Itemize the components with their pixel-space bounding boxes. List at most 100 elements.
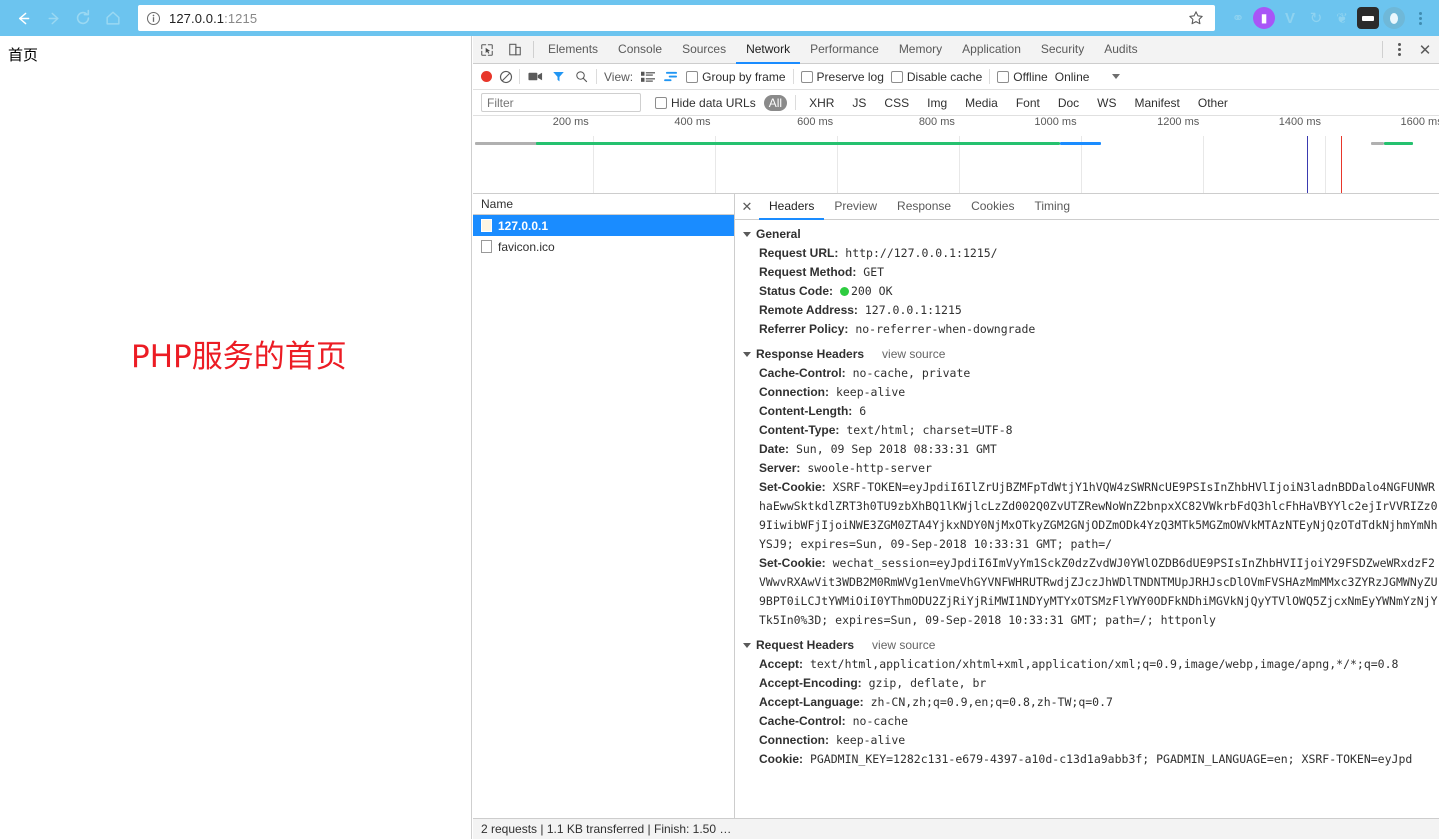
throttling-value[interactable]: Online	[1055, 70, 1090, 84]
request-name: favicon.ico	[498, 239, 555, 254]
tab-elements[interactable]: Elements	[538, 36, 608, 64]
table-row[interactable]: favicon.ico	[473, 236, 734, 257]
search-icon[interactable]	[573, 70, 589, 84]
checkbox-box[interactable]	[800, 70, 813, 83]
section-general[interactable]: General	[735, 224, 1439, 244]
close-devtools-icon[interactable]: ✕	[1411, 36, 1439, 63]
network-overview-timeline[interactable]: 200 ms 400 ms 600 ms 800 ms 1000 ms 1200…	[473, 116, 1439, 194]
tab-application[interactable]: Application	[952, 36, 1031, 64]
request-column-header[interactable]: Name	[473, 194, 734, 215]
leaf-extension-icon[interactable]: ❦	[1331, 7, 1353, 29]
filter-type-js[interactable]: JS	[847, 95, 871, 111]
three-dot-menu-icon[interactable]	[1409, 6, 1431, 30]
tab-preview[interactable]: Preview	[824, 194, 887, 220]
star-icon[interactable]	[1185, 7, 1207, 29]
back-arrow-icon[interactable]	[8, 3, 38, 33]
filter-type-ws[interactable]: WS	[1092, 95, 1121, 111]
page-viewport: 首页 PHP服务的首页	[0, 36, 472, 839]
header-name: Request Method:	[759, 265, 857, 279]
home-icon[interactable]	[98, 3, 128, 33]
table-row[interactable]: 127.0.0.1	[473, 215, 734, 236]
chevron-down-icon[interactable]	[1112, 74, 1121, 79]
preserve-log-checkbox[interactable]: Preserve log	[800, 70, 884, 84]
filter-type-img[interactable]: Img	[922, 95, 952, 111]
filter-type-xhr[interactable]: XHR	[804, 95, 839, 111]
tab-sources[interactable]: Sources	[672, 36, 736, 64]
header-value: swoole-http-server	[807, 461, 932, 475]
forward-arrow-icon[interactable]	[38, 3, 68, 33]
header-value: no-referrer-when-downgrade	[855, 322, 1036, 336]
filter-type-all[interactable]: All	[763, 94, 788, 111]
tab-memory[interactable]: Memory	[889, 36, 952, 64]
tab-audits[interactable]: Audits	[1094, 36, 1147, 64]
tab-timing[interactable]: Timing	[1024, 194, 1080, 220]
tab-security[interactable]: Security	[1031, 36, 1094, 64]
overview-request-bar	[535, 142, 1061, 145]
view-source-link[interactable]: view source	[882, 344, 945, 364]
filter-input[interactable]	[481, 93, 641, 112]
toggle-device-toolbar-icon[interactable]	[501, 36, 529, 63]
section-response-headers[interactable]: Response Headers view source	[735, 344, 1439, 364]
v-extension-icon[interactable]: V	[1279, 7, 1301, 29]
overview-request-bar	[1060, 142, 1101, 145]
checkbox-box[interactable]	[655, 96, 667, 109]
section-request-headers[interactable]: Request Headers view source	[735, 635, 1439, 655]
offline-checkbox[interactable]: Offline	[997, 70, 1048, 84]
header-value: keep-alive	[835, 385, 906, 399]
extensions-area: ⚭ ▮ V ↻ ❦	[1221, 7, 1405, 29]
request-name: 127.0.0.1	[498, 218, 549, 233]
header-row: Remote Address: 127.0.0.1:1215	[735, 301, 1439, 320]
purple-badge-extension-icon[interactable]: ▮	[1253, 7, 1275, 29]
header-value: text/html; charset=UTF-8	[846, 423, 1013, 437]
filter-type-other[interactable]: Other	[1193, 95, 1233, 111]
address-bar[interactable]: 127.0.0.1:1215	[138, 5, 1215, 31]
header-name: Accept:	[759, 657, 804, 671]
refresh-extension-icon[interactable]: ↻	[1305, 7, 1327, 29]
header-name: Status Code:	[759, 284, 834, 298]
filter-type-media[interactable]: Media	[960, 95, 1003, 111]
tab-performance[interactable]: Performance	[800, 36, 889, 64]
header-name: Cache-Control:	[759, 714, 846, 728]
section-title: Request Headers	[756, 638, 855, 652]
checkbox-box[interactable]	[686, 70, 699, 83]
hide-data-urls-checkbox[interactable]: Hide data URLs	[655, 96, 756, 110]
capture-screenshots-icon[interactable]	[527, 70, 543, 84]
tab-network[interactable]: Network	[736, 36, 801, 64]
filter-type-css[interactable]: CSS	[879, 95, 914, 111]
clear-button[interactable]	[499, 70, 513, 84]
disable-cache-checkbox[interactable]: Disable cache	[890, 70, 982, 84]
checkbox-box[interactable]	[890, 70, 903, 83]
overview-tick: 1600 ms	[1400, 116, 1439, 128]
tab-console[interactable]: Console	[608, 36, 672, 64]
chevron-down-icon[interactable]	[743, 351, 751, 357]
overview-tick: 1200 ms	[1157, 116, 1200, 128]
bandit-extension-icon[interactable]	[1357, 7, 1379, 29]
header-name: Cache-Control:	[759, 366, 846, 380]
filter-type-font[interactable]: Font	[1011, 95, 1045, 111]
circle-extension-icon[interactable]	[1383, 7, 1405, 29]
close-detail-icon[interactable]: ✕	[735, 194, 759, 219]
filter-icon[interactable]	[550, 70, 566, 84]
group-by-frame-checkbox[interactable]: Group by frame	[686, 70, 786, 84]
record-button[interactable]	[481, 71, 492, 82]
reload-icon[interactable]	[68, 3, 98, 33]
show-overview-icon[interactable]	[663, 70, 679, 84]
view-source-link[interactable]: view source	[872, 635, 935, 655]
header-row: Set-Cookie: XSRF-TOKEN=eyJpdiI6IlZrUjBZM…	[735, 478, 1439, 554]
tab-cookies[interactable]: Cookies	[961, 194, 1024, 220]
tab-headers[interactable]: Headers	[759, 194, 825, 220]
shield-extension-icon[interactable]: ⚭	[1227, 7, 1249, 29]
inspect-element-icon[interactable]	[473, 36, 501, 63]
checkbox-box[interactable]	[997, 70, 1010, 83]
chevron-down-icon[interactable]	[743, 642, 751, 648]
filter-type-doc[interactable]: Doc	[1053, 95, 1084, 111]
tab-response[interactable]: Response	[887, 194, 961, 220]
chevron-down-icon[interactable]	[743, 231, 751, 237]
large-request-rows-icon[interactable]	[640, 70, 656, 84]
header-name: Content-Length:	[759, 404, 853, 418]
header-row: Request URL: http://127.0.0.1:1215/	[735, 244, 1439, 263]
overview-gridline	[1325, 136, 1326, 193]
info-circle-icon[interactable]	[146, 11, 161, 26]
more-options-icon[interactable]	[1387, 36, 1411, 63]
filter-type-manifest[interactable]: Manifest	[1130, 95, 1185, 111]
